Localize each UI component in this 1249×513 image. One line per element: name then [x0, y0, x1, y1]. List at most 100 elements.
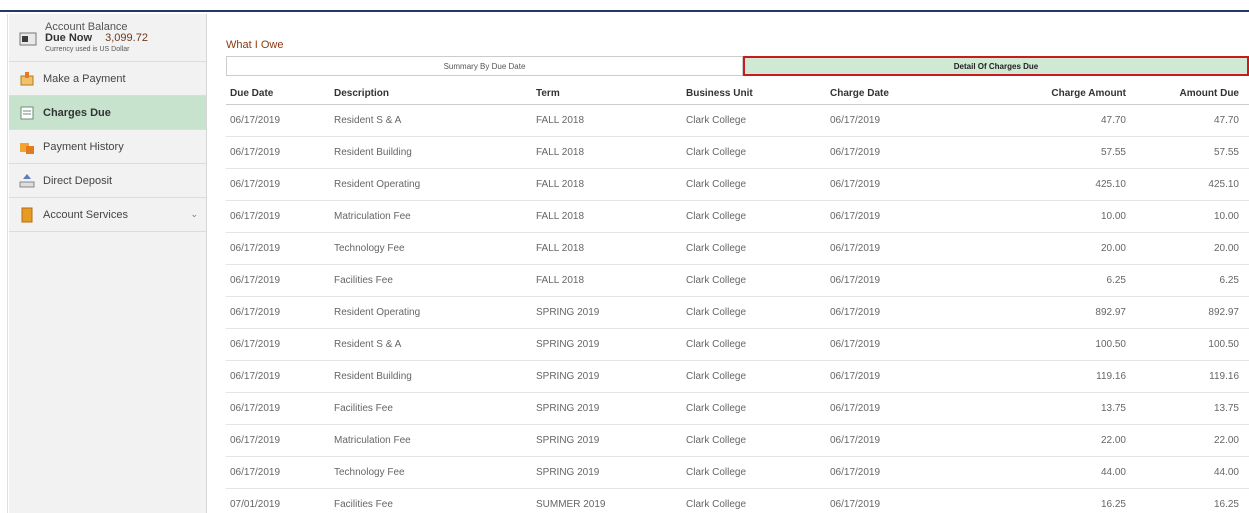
- cell-charge-amount: 10.00: [986, 200, 1136, 233]
- view-tabs: Summary By Due Date Detail Of Charges Du…: [226, 56, 1249, 76]
- cell-term: SUMMER 2019: [532, 488, 682, 513]
- cell-charge-date: 06/17/2019: [826, 328, 986, 361]
- cell-business-unit: Clark College: [682, 424, 826, 457]
- page-title: What I Owe: [226, 39, 284, 51]
- sidebar-item-account-services[interactable]: Account Services ⌄: [9, 198, 206, 232]
- cell-description: Technology Fee: [330, 232, 532, 265]
- cell-due-date: 06/17/2019: [226, 104, 330, 137]
- cell-business-unit: Clark College: [682, 328, 826, 361]
- cell-term: FALL 2018: [532, 168, 682, 201]
- cell-amount-due: 10.00: [1136, 200, 1249, 233]
- due-now-row: Due Now 3,099.72: [45, 33, 148, 44]
- cell-charge-amount: 892.97: [986, 296, 1136, 329]
- sidebar-item-label: Make a Payment: [43, 72, 126, 85]
- cell-charge-date: 06/17/2019: [826, 232, 986, 265]
- cell-due-date: 06/17/2019: [226, 424, 330, 457]
- cell-description: Technology Fee: [330, 456, 532, 489]
- due-now-value: 3,099.72: [105, 32, 148, 44]
- cell-business-unit: Clark College: [682, 392, 826, 425]
- column-header-business-unit[interactable]: Business Unit: [682, 84, 826, 105]
- sidebar: Account Balance Due Now 3,099.72 Currenc…: [9, 14, 207, 513]
- sidebar-item-charges-due[interactable]: Charges Due: [9, 96, 206, 130]
- cell-description: Matriculation Fee: [330, 200, 532, 233]
- cell-business-unit: Clark College: [682, 264, 826, 297]
- sidebar-item-direct-deposit[interactable]: Direct Deposit: [9, 164, 206, 198]
- table-row: 06/17/2019 Resident Operating SPRING 2019 C…: [226, 296, 1249, 329]
- column-header-due-date[interactable]: Due Date: [226, 84, 330, 105]
- cell-business-unit: Clark College: [682, 104, 826, 137]
- cell-charge-date: 06/17/2019: [826, 168, 986, 201]
- cell-business-unit: Clark College: [682, 296, 826, 329]
- tab-detail-of-charges-due[interactable]: Detail Of Charges Due: [743, 56, 1249, 76]
- table-row: 06/17/2019 Matriculation Fee FALL 2018 Clar…: [226, 200, 1249, 233]
- cell-description: Resident Building: [330, 136, 532, 169]
- history-icon: [20, 142, 34, 154]
- balance-icon: [19, 32, 37, 46]
- cell-charge-amount: 119.16: [986, 360, 1136, 393]
- table-row: 07/01/2019 Facilities Fee SUMMER 2019 Clark…: [226, 488, 1249, 513]
- cell-term: SPRING 2019: [532, 424, 682, 457]
- cell-charge-amount: 44.00: [986, 456, 1136, 489]
- cell-amount-due: 16.25: [1136, 488, 1249, 513]
- cell-description: Resident S & A: [330, 104, 532, 137]
- cell-charge-amount: 20.00: [986, 232, 1136, 265]
- table-row: 06/17/2019 Technology Fee SPRING 2019 Clark…: [226, 456, 1249, 489]
- cell-term: SPRING 2019: [532, 328, 682, 361]
- due-now-label: Due Now: [45, 32, 93, 44]
- table-row: 06/17/2019 Matriculation Fee SPRING 2019 Cl…: [226, 424, 1249, 457]
- cell-charge-amount: 57.55: [986, 136, 1136, 169]
- cell-amount-due: 100.50: [1136, 328, 1249, 361]
- payment-icon: [20, 71, 34, 85]
- cell-business-unit: Clark College: [682, 488, 826, 513]
- table-row: 06/17/2019 Resident Building FALL 2018 Clar…: [226, 136, 1249, 169]
- cell-term: FALL 2018: [532, 200, 682, 233]
- cell-description: Resident Building: [330, 360, 532, 393]
- cell-charge-date: 06/17/2019: [826, 136, 986, 169]
- chevron-down-icon[interactable]: ⌄: [190, 209, 198, 220]
- cell-charge-date: 06/17/2019: [826, 488, 986, 513]
- cell-term: SPRING 2019: [532, 456, 682, 489]
- cell-due-date: 06/17/2019: [226, 232, 330, 265]
- charges-table: Due Date Description Term Business Unit …: [226, 84, 1249, 513]
- cell-due-date: 06/17/2019: [226, 264, 330, 297]
- cell-term: SPRING 2019: [532, 360, 682, 393]
- cell-charge-date: 06/17/2019: [826, 360, 986, 393]
- cell-description: Resident S & A: [330, 328, 532, 361]
- column-header-description[interactable]: Description: [330, 84, 532, 105]
- cell-amount-due: 22.00: [1136, 424, 1249, 457]
- cell-due-date: 06/17/2019: [226, 456, 330, 489]
- cell-amount-due: 13.75: [1136, 392, 1249, 425]
- cell-due-date: 06/17/2019: [226, 392, 330, 425]
- cell-description: Facilities Fee: [330, 392, 532, 425]
- cell-description: Matriculation Fee: [330, 424, 532, 457]
- column-header-amount-due[interactable]: Amount Due: [1136, 84, 1249, 105]
- table-row: 06/17/2019 Facilities Fee SPRING 2019 Clark…: [226, 392, 1249, 425]
- cell-business-unit: Clark College: [682, 232, 826, 265]
- cell-description: Resident Operating: [330, 168, 532, 201]
- cell-term: FALL 2018: [532, 136, 682, 169]
- table-row: 06/17/2019 Resident S & A FALL 2018 Clark C…: [226, 104, 1249, 137]
- cell-charge-date: 06/17/2019: [826, 392, 986, 425]
- sidebar-item-label: Charges Due: [43, 106, 111, 119]
- cell-charge-date: 06/17/2019: [826, 424, 986, 457]
- cell-amount-due: 119.16: [1136, 360, 1249, 393]
- sidebar-item-payment-history[interactable]: Payment History: [9, 130, 206, 164]
- tab-summary-by-due-date[interactable]: Summary By Due Date: [226, 56, 743, 76]
- table-row: 06/17/2019 Resident S & A SPRING 2019 Clark…: [226, 328, 1249, 361]
- column-header-charge-amount[interactable]: Charge Amount: [986, 84, 1136, 105]
- cell-due-date: 06/17/2019: [226, 200, 330, 233]
- cell-charge-amount: 6.25: [986, 264, 1136, 297]
- cell-charge-amount: 47.70: [986, 104, 1136, 137]
- currency-note: Currency used is US Dollar: [45, 46, 130, 53]
- main-content: What I Owe Summary By Due Date Detail Of…: [208, 14, 1249, 513]
- cell-charge-date: 06/17/2019: [826, 200, 986, 233]
- cell-business-unit: Clark College: [682, 168, 826, 201]
- cell-amount-due: 47.70: [1136, 104, 1249, 137]
- sidebar-item-make-payment[interactable]: Make a Payment: [9, 62, 206, 96]
- cell-amount-due: 892.97: [1136, 296, 1249, 329]
- column-header-charge-date[interactable]: Charge Date: [826, 84, 986, 105]
- column-header-term[interactable]: Term: [532, 84, 682, 105]
- table-body: 06/17/2019 Resident S & A FALL 2018 Clark C…: [226, 104, 1249, 513]
- cell-amount-due: 20.00: [1136, 232, 1249, 265]
- account-balance-panel: Account Balance Due Now 3,099.72 Currenc…: [9, 14, 206, 62]
